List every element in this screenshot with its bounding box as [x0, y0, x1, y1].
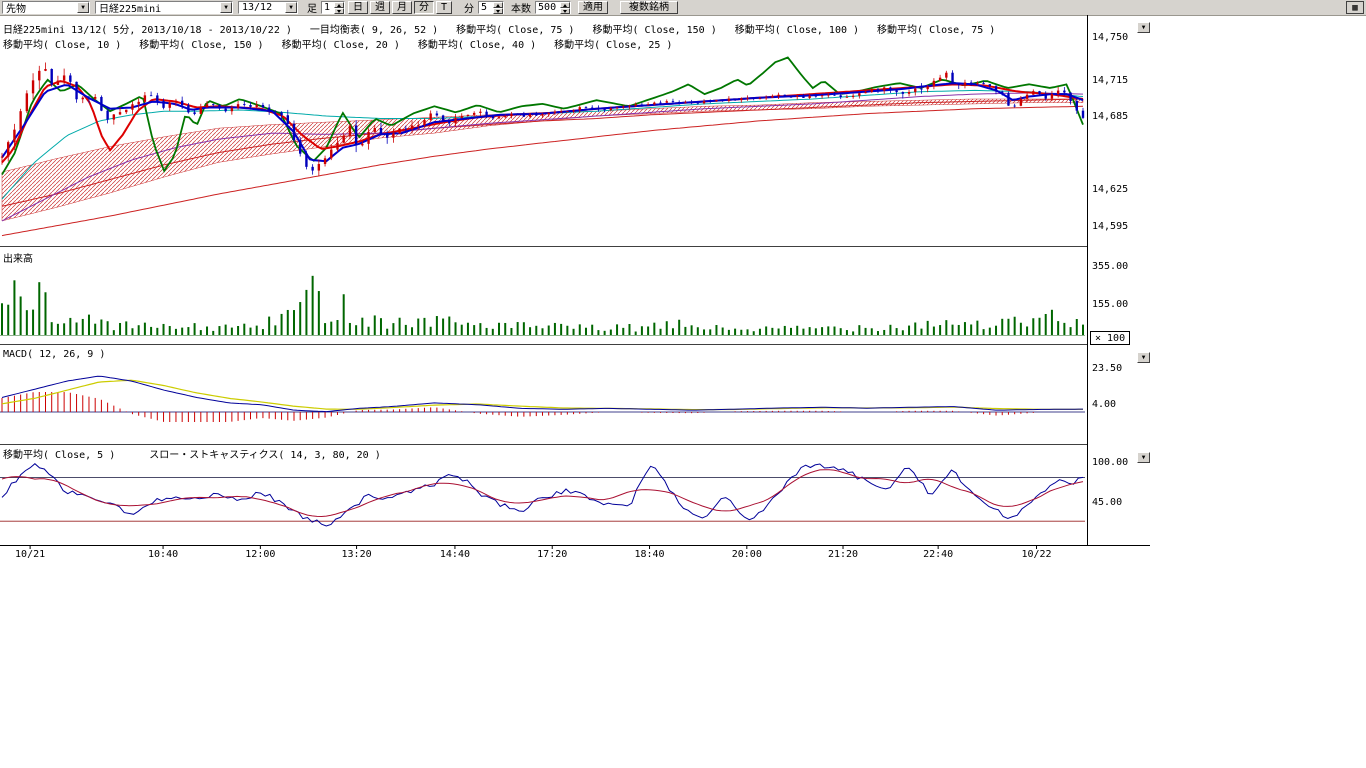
price-legend-0: 移動平均( Close, 10 ) — [3, 40, 121, 51]
window-icon[interactable]: ▦ — [1346, 1, 1364, 14]
volume-axis-label: 355.00 — [1092, 261, 1128, 272]
price-legend-5: 移動平均( Close, 75 ) — [877, 25, 995, 36]
stoch-ma-legend: 移動平均( Close, 5 ) — [3, 450, 115, 461]
price-legend-1: 移動平均( Close, 150 ) — [139, 40, 263, 51]
x-axis-label-8: 21:20 — [828, 549, 858, 560]
stoch-panel-title: 移動平均( Close, 5 ) スロー・ストキャスティクス( 14, 3, 8… — [3, 446, 409, 461]
price-axis-label: 14,685 — [1092, 111, 1128, 122]
stoch-panel-dropdown-icon[interactable]: ▼ — [1137, 452, 1150, 463]
x-axis-label-9: 22:40 — [923, 549, 953, 560]
price-panel-dropdown-icon[interactable]: ▼ — [1137, 22, 1150, 33]
price-legend-3: 移動平均( Close, 40 ) — [418, 40, 536, 51]
price-axis-label: 14,625 — [1092, 184, 1128, 195]
price-legend-2: 移動平均( Close, 20 ) — [282, 40, 400, 51]
x-axis-label-4: 14:40 — [440, 549, 470, 560]
x-axis-label-7: 20:00 — [732, 549, 762, 560]
price-legend-3: 移動平均( Close, 150 ) — [592, 25, 716, 36]
price-axis-label: 14,750 — [1092, 32, 1128, 43]
x-axis-label-10: 10/22 — [1021, 549, 1051, 560]
volume-axis-label: 155.00 — [1092, 299, 1128, 310]
x-axis-label-6: 18:40 — [634, 549, 664, 560]
price-legend-1: 一目均衡表( 9, 26, 52 ) — [310, 25, 438, 36]
chart-application: 先物 ▼ 日経225mini ▼ 13/12 ▼ 足 1 日週月分T 分 5 本… — [0, 0, 1366, 768]
x-axis-label-5: 17:20 — [537, 549, 567, 560]
x-axis-label-0: 10/21 — [15, 549, 45, 560]
x-axis-label-3: 13:20 — [342, 549, 372, 560]
volume-multiplier-badge: × 100 — [1090, 331, 1130, 345]
x-axis-label-1: 10:40 — [148, 549, 178, 560]
stoch-axis-label: 100.00 — [1092, 457, 1128, 468]
price-panel-legend-row-1: 日経225mini 13/12( 5分, 2013/10/18 - 2013/1… — [3, 21, 1013, 36]
volume-panel-title: 出来高 — [3, 250, 33, 265]
macd-axis-label: 23.50 — [1092, 363, 1122, 374]
price-panel-legend-row-2: 移動平均( Close, 10 ) 移動平均( Close, 150 ) 移動平均(… — [3, 36, 690, 51]
price-axis-label: 14,715 — [1092, 75, 1128, 86]
stoch-legend: スロー・ストキャスティクス( 14, 3, 80, 20 ) — [149, 450, 380, 461]
macd-panel-title: MACD( 12, 26, 9 ) — [3, 349, 105, 360]
stoch-axis-label: 45.00 — [1092, 497, 1122, 508]
price-legend-4: 移動平均( Close, 25 ) — [554, 40, 672, 51]
x-axis-label-2: 12:00 — [245, 549, 275, 560]
price-legend-0: 日経225mini 13/12( 5分, 2013/10/18 - 2013/1… — [3, 25, 292, 36]
macd-axis-label: 4.00 — [1092, 399, 1116, 410]
price-axis-label: 14,595 — [1092, 221, 1128, 232]
price-legend-4: 移動平均( Close, 100 ) — [735, 25, 859, 36]
price-legend-2: 移動平均( Close, 75 ) — [456, 25, 574, 36]
chart-plot-area[interactable] — [0, 0, 1150, 570]
macd-panel-dropdown-icon[interactable]: ▼ — [1137, 352, 1150, 363]
